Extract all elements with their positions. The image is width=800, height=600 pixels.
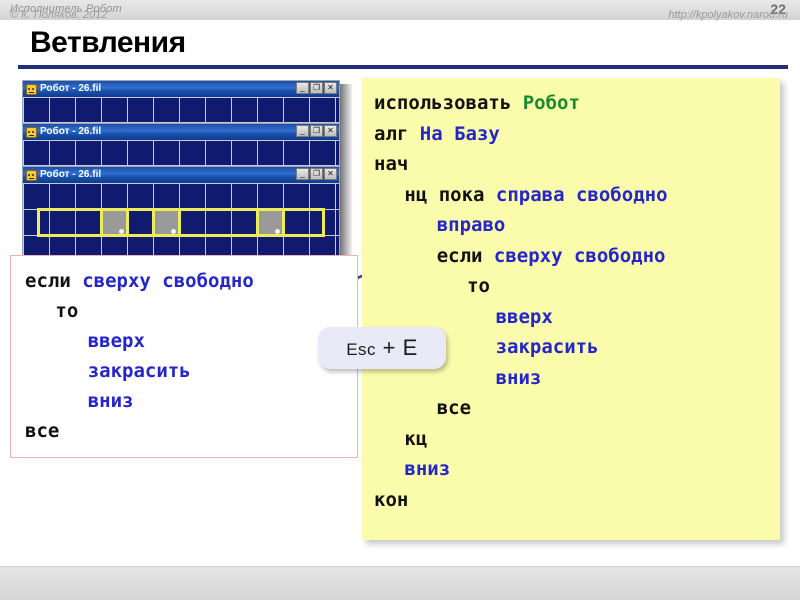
close-button[interactable]: ✕ <box>324 125 337 137</box>
right-code-block: использовать Робот алг На Базу нач нц по… <box>374 88 780 515</box>
code-token: вниз <box>404 458 451 480</box>
maximize-icon: ❐ <box>312 126 321 135</box>
minimize-button[interactable]: _ <box>296 82 309 94</box>
footer-url[interactable]: http://kpolyakov.narod.ru <box>668 9 788 21</box>
minimize-button[interactable]: _ <box>296 168 309 180</box>
code-token: закрасить <box>495 336 599 358</box>
code-token: нц пока <box>404 183 485 206</box>
close-button[interactable]: ✕ <box>324 82 337 94</box>
robot-window-3-title: Робот - 26.fil <box>40 169 102 180</box>
left-code-block: если сверху свободно то вверх закрасить … <box>25 266 357 446</box>
robot-face-icon <box>26 126 37 138</box>
minimize-icon: _ <box>300 83 305 92</box>
robot-window-2-controls[interactable]: _ ❐ ✕ <box>296 125 337 137</box>
code-token: вверх <box>87 330 145 352</box>
robot-windows-group: Робот - 26.fil _ ❐ ✕ Робот - 26.fil _ ❐ … <box>22 80 352 262</box>
maximize-button[interactable]: ❐ <box>310 82 323 94</box>
shortcut-callout-label: Esc + E <box>346 335 418 361</box>
code-line: нц пока справа свободно <box>374 180 780 211</box>
code-line: если сверху свободно <box>374 241 780 272</box>
shortcut-callout: Esc + E <box>318 327 446 369</box>
code-line: нач <box>374 149 780 180</box>
page-title: Ветвления <box>30 26 186 59</box>
code-token: все <box>25 420 60 442</box>
robot-window-1-titlebar[interactable]: Робот - 26.fil _ ❐ ✕ <box>23 81 339 97</box>
code-token: использовать <box>374 92 512 114</box>
code-line: то <box>374 271 780 302</box>
shortcut-key-rest: + E <box>376 335 418 360</box>
code-line: использовать Робот <box>374 88 780 119</box>
title-divider <box>18 65 788 69</box>
robot-window-3-controls[interactable]: _ ❐ ✕ <box>296 168 337 180</box>
code-token: На Базу <box>419 122 500 145</box>
close-icon: ✕ <box>327 169 334 178</box>
code-token: кон <box>374 488 409 511</box>
window-shadow <box>340 84 352 262</box>
code-line: если сверху свободно <box>25 266 357 296</box>
code-line: закрасить <box>25 356 357 386</box>
code-token: вверх <box>495 305 553 328</box>
code-token: вниз <box>87 390 134 412</box>
code-line: вправо <box>374 210 780 241</box>
code-line: то <box>25 296 357 326</box>
code-token: справа свободно <box>495 183 668 206</box>
code-token: вправо <box>436 214 506 236</box>
maximize-icon: ❐ <box>312 169 321 178</box>
maximize-icon: ❐ <box>312 83 321 92</box>
close-icon: ✕ <box>327 126 334 135</box>
code-line: кон <box>374 485 780 516</box>
code-line: алг На Базу <box>374 119 780 150</box>
close-button[interactable]: ✕ <box>324 168 337 180</box>
robot-window-2-title: Робот - 26.fil <box>40 126 102 137</box>
robot-window-3-titlebar[interactable]: Робот - 26.fil _ ❐ ✕ <box>23 167 339 183</box>
slide-root: Исполнитель Робот 22 Ветвления Робот - 2… <box>0 0 800 600</box>
code-token: если <box>436 244 483 267</box>
code-line: кц <box>374 424 780 455</box>
code-token: Робот <box>522 92 580 114</box>
robot-window-1-title: Робот - 26.fil <box>40 83 102 94</box>
robot-face-icon <box>26 169 37 181</box>
maximize-button[interactable]: ❐ <box>310 168 323 180</box>
minimize-icon: _ <box>300 169 305 178</box>
close-icon: ✕ <box>327 83 334 92</box>
code-line: вниз <box>25 386 357 416</box>
minimize-icon: _ <box>300 126 305 135</box>
left-code-panel: если сверху свободно то вверх закрасить … <box>10 255 358 458</box>
code-token: нач <box>374 153 409 175</box>
footer-copyright: © К. Поляков, 2012 <box>10 9 108 21</box>
code-line: вниз <box>374 454 780 485</box>
code-token: то <box>467 275 490 297</box>
code-token: если <box>25 270 71 292</box>
footer-bar <box>0 566 800 600</box>
code-line: все <box>374 393 780 424</box>
robot-window-1-controls[interactable]: _ ❐ ✕ <box>296 82 337 94</box>
code-token: то <box>55 300 79 322</box>
robot-window-2-titlebar[interactable]: Робот - 26.fil _ ❐ ✕ <box>23 124 339 140</box>
code-token: все <box>436 397 472 419</box>
robot-window-3[interactable]: Робот - 26.fil _ ❐ ✕ <box>22 166 340 262</box>
code-line: вверх <box>25 326 357 356</box>
robot-face-icon <box>26 83 37 95</box>
robot-canvas-3[interactable] <box>23 183 339 261</box>
minimize-button[interactable]: _ <box>296 125 309 137</box>
code-token: кц <box>404 427 428 450</box>
shortcut-key-esc: Esc <box>346 340 377 359</box>
code-line: все <box>25 416 357 446</box>
code-token: сверху свободно <box>82 270 254 292</box>
code-token: закрасить <box>87 360 191 382</box>
code-token: алг <box>374 122 409 145</box>
code-token: вниз <box>495 366 542 389</box>
right-code-panel: использовать Робот алг На Базу нач нц по… <box>362 78 780 540</box>
code-token: сверху свободно <box>493 244 666 267</box>
maximize-button[interactable]: ❐ <box>310 125 323 137</box>
